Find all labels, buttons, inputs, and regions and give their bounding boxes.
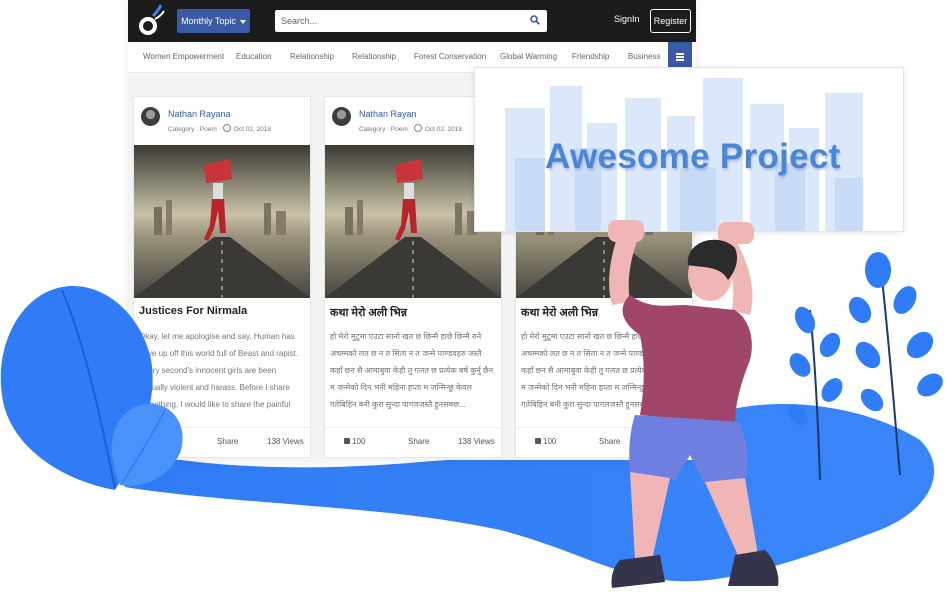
search-icon[interactable] [530, 15, 540, 25]
monthly-topic-dropdown[interactable]: Monthly Topic [177, 9, 250, 33]
nav-item-forest-conservation[interactable]: Forest Conservation [414, 52, 486, 61]
post-title[interactable]: कथा मेरो अली भिन्न [330, 305, 407, 320]
post-date: Oct 02, 2018 [424, 126, 463, 133]
author-name[interactable]: Nathan Rayana [168, 109, 231, 119]
person-illustration [608, 220, 779, 588]
like-count: 100 [543, 437, 557, 446]
signin-link[interactable]: SignIn [614, 14, 640, 24]
search-input[interactable] [281, 10, 521, 32]
post-date: Oct 02, 2018 [233, 126, 272, 133]
monthly-topic-label: Monthly Topic [181, 16, 236, 26]
nav-item-relationship-2[interactable]: Relationship [352, 52, 396, 61]
post-meta: Category : Poem Oct 02, 2018 [168, 124, 271, 133]
like-count: 100 [352, 437, 366, 446]
caret-down-icon [239, 19, 246, 24]
post-category: Category : Poem [168, 126, 217, 133]
nav-item-relationship[interactable]: Relationship [290, 52, 334, 61]
nav-item-global-warming[interactable]: Global Warming [500, 52, 557, 61]
post-category: Category : Poem [359, 126, 408, 133]
logo-icon[interactable] [134, 2, 166, 38]
plant-illustration [788, 252, 943, 480]
share-button[interactable]: Share [408, 437, 429, 446]
project-banner: Awesome Project [474, 67, 904, 232]
thumbs-up-icon [344, 438, 350, 444]
clock-icon [413, 124, 422, 132]
search-box [275, 10, 547, 32]
post-excerpt: हो मेरो मुटुमा एउटा सानो खत छ छिन्मै हाछ… [330, 332, 494, 409]
project-title: Awesome Project [545, 137, 841, 176]
avatar [141, 107, 160, 126]
register-button[interactable]: Register [650, 9, 691, 33]
clock-icon [222, 124, 231, 132]
author-name[interactable]: Nathan Rayan [359, 109, 417, 119]
nav-item-friendship[interactable]: Friendship [572, 52, 609, 61]
post-meta: Category : Poem Oct 02, 2018 [359, 124, 462, 133]
like-button[interactable]: 100 [344, 437, 365, 446]
thumbs-up-icon [535, 438, 541, 444]
leaf-illustration [0, 285, 183, 490]
avatar [332, 107, 351, 126]
top-navbar: Monthly Topic SignIn Register [128, 0, 696, 42]
nav-item-women-empowerment[interactable]: Women Empowerment [143, 52, 224, 61]
nav-item-business[interactable]: Business [628, 52, 660, 61]
post-image[interactable] [134, 145, 310, 298]
post-title[interactable]: कथा मेरो अली भिन्न [521, 305, 598, 320]
share-button[interactable]: Share [217, 437, 238, 446]
like-button[interactable]: 100 [535, 437, 556, 446]
nav-item-education[interactable]: Education [236, 52, 272, 61]
view-count: 138 Views [458, 437, 495, 446]
view-count: 138 Views [267, 437, 304, 446]
post-footer: 100 Share 138 Views [325, 427, 501, 457]
